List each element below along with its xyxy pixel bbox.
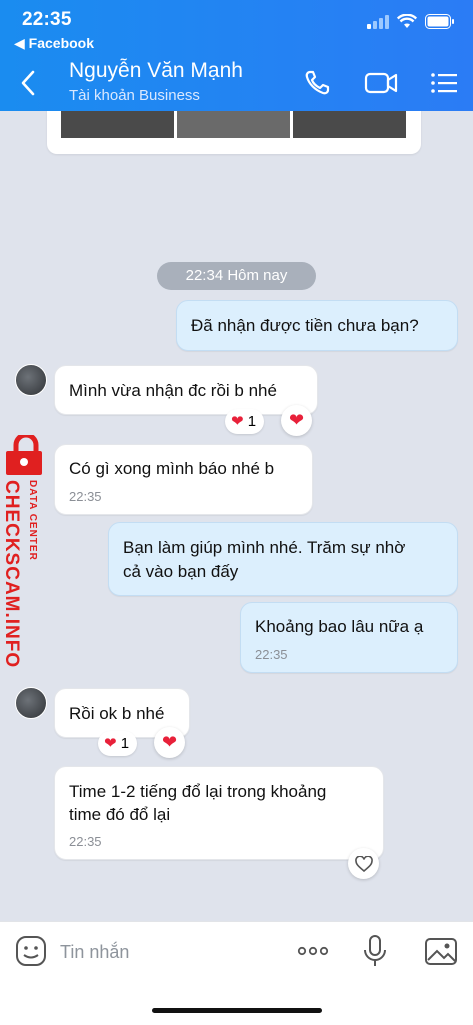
contact-subtitle: Tài khoản Business: [69, 87, 200, 104]
image-gallery-icon[interactable]: [424, 934, 458, 968]
lock-icon: [6, 435, 42, 475]
message-input[interactable]: Tin nhắn: [60, 942, 129, 963]
message-text: Đã nhận được tiền chưa bạn?: [191, 316, 419, 335]
heart-outline-icon: [354, 855, 373, 872]
chat-area[interactable]: 22:34 Hôm nay Đã nhận được tiền chưa bạn…: [0, 111, 473, 921]
message-input-bar: Tin nhắn: [0, 921, 473, 1025]
message-text-line: Time 1-2 tiếng đổ lại trong khoảng: [69, 782, 327, 801]
back-to-facebook-link[interactable]: ◀ Facebook: [14, 35, 94, 52]
heart-react-button[interactable]: ❤: [281, 405, 312, 436]
heart-icon: ❤: [231, 413, 244, 430]
signal-icon: [367, 14, 389, 29]
emoji-sticker-icon[interactable]: [14, 934, 48, 968]
reaction-count[interactable]: ❤ 1: [225, 409, 265, 434]
microphone-icon[interactable]: [358, 934, 392, 968]
status-icons: [367, 14, 455, 29]
message-text: Có gì xong mình báo nhé b: [69, 459, 275, 478]
message-bubble-in[interactable]: Mình vừa nhận đc rồi b nhé: [54, 365, 318, 415]
reaction-count-number: 1: [120, 735, 130, 752]
message-bubble-out[interactable]: Khoảng bao lâu nữa ạ 22:35: [240, 602, 458, 673]
battery-icon: [425, 14, 454, 29]
message-bubble-out[interactable]: Đã nhận được tiền chưa bạn?: [176, 300, 458, 351]
photo-thumbnail[interactable]: [61, 111, 174, 138]
back-chevron-icon[interactable]: [14, 66, 42, 100]
message-text: Khoảng bao lâu nữa ạ: [255, 617, 424, 636]
message-text-line: Bạn làm giúp mình nhé. Trăm sự nhờ: [123, 538, 406, 557]
watermark: CHECKSCAM.INFO DATA CENTER: [0, 330, 52, 670]
message-text-line: cả vào bạn đấy: [123, 562, 239, 581]
phone-call-icon[interactable]: [302, 68, 336, 98]
message-bubble-out[interactable]: Bạn làm giúp mình nhé. Trăm sự nhờ cả và…: [108, 522, 458, 596]
heart-icon: ❤: [104, 735, 117, 752]
message-bubble-in[interactable]: Có gì xong mình báo nhé b 22:35: [54, 444, 313, 515]
react-button[interactable]: [348, 848, 379, 879]
avatar[interactable]: [15, 687, 47, 719]
heart-icon: ❤: [161, 732, 178, 752]
message-time: 22:35: [255, 647, 288, 662]
shared-photos-card[interactable]: [47, 111, 421, 154]
watermark-sub: DATA CENTER: [27, 480, 38, 561]
wifi-icon: [397, 14, 417, 28]
date-separator: 22:34 Hôm nay: [157, 262, 316, 290]
video-call-icon[interactable]: [364, 68, 398, 98]
watermark-brand: CHECKSCAM.INFO: [1, 480, 22, 669]
message-text-line: time đó đổ lại: [69, 805, 171, 824]
message-text: Rồi ok b nhé: [69, 704, 165, 723]
chat-header: 22:35 ◀ Facebook Nguyễn Văn Mạnh Tài kho…: [0, 0, 473, 111]
message-bubble-in[interactable]: Time 1-2 tiếng đổ lại trong khoảng time …: [54, 766, 384, 860]
photo-thumbnail[interactable]: [177, 111, 290, 138]
contact-name[interactable]: Nguyễn Văn Mạnh: [69, 59, 243, 83]
status-time: 22:35: [22, 9, 72, 30]
more-options-icon[interactable]: [296, 934, 330, 968]
message-text: Mình vừa nhận đc rồi b nhé: [69, 381, 277, 400]
home-indicator: [152, 1008, 322, 1013]
message-time: 22:35: [69, 834, 102, 849]
heart-icon: ❤: [288, 410, 305, 430]
message-time: 22:35: [69, 489, 102, 504]
heart-react-button[interactable]: ❤: [154, 727, 185, 758]
menu-list-icon[interactable]: [427, 68, 461, 98]
reaction-count-number: 1: [247, 413, 257, 430]
reaction-count[interactable]: ❤ 1: [98, 731, 138, 756]
photo-thumbnail[interactable]: [293, 111, 406, 138]
